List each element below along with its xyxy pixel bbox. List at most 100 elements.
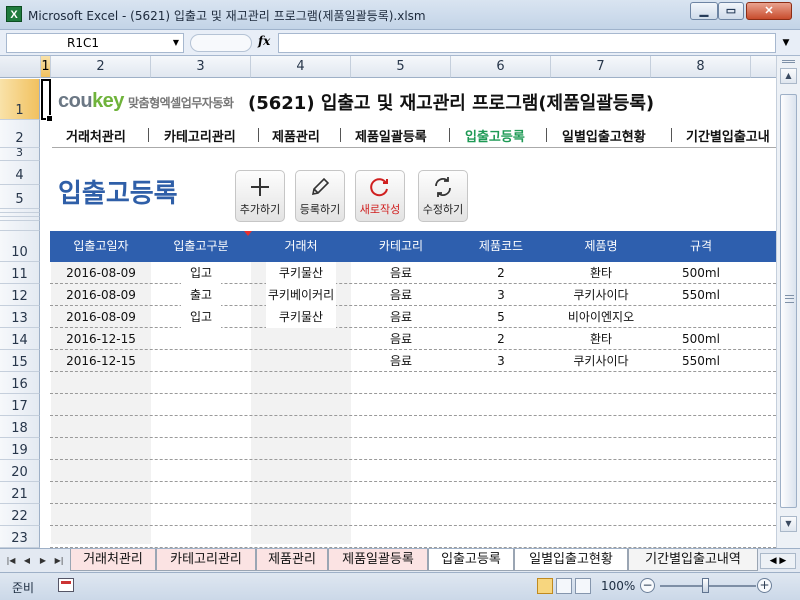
cell-category[interactable] [351,526,451,548]
cell-type[interactable]: 출고 [181,284,221,306]
sheet-tab-products[interactable]: 제품관리 [256,549,328,571]
sheet-tab-clients[interactable]: 거래처관리 [70,549,156,571]
cell-product-name[interactable]: 쿠키사이다 [551,350,651,372]
row-header-13[interactable]: 13 [0,306,40,328]
cell-product-name[interactable]: 비아이엔지오 [551,306,651,328]
cell-spec[interactable] [651,416,751,438]
cell-spec[interactable] [651,372,751,394]
cell-product-code[interactable]: 3 [451,284,551,306]
zoom-slider-thumb[interactable] [702,578,709,593]
cell-date[interactable]: 2016-08-09 [51,262,151,284]
cell-product-name[interactable]: 환타 [551,328,651,350]
add-button[interactable]: 추가하기 [235,170,285,222]
cell-product-name[interactable] [551,482,651,504]
cell-category[interactable]: 음료 [351,262,451,284]
cell-product-code[interactable] [451,460,551,482]
page-layout-view-icon[interactable] [556,578,572,594]
row-header-3[interactable]: 3 [0,146,40,161]
cell-type[interactable] [151,460,251,482]
select-all-corner[interactable] [0,56,41,78]
cell-category[interactable] [351,394,451,416]
page-break-view-icon[interactable] [575,578,591,594]
cell-client[interactable] [266,526,336,548]
cell-product-code[interactable] [451,526,551,548]
zoom-in-icon[interactable]: + [757,578,772,593]
row-header-18[interactable]: 18 [0,416,40,438]
menu-item-categories[interactable]: 카테고리관리 [164,126,236,145]
cell-type[interactable] [151,394,251,416]
cell-category[interactable] [351,460,451,482]
row-header-23[interactable]: 23 [0,526,40,548]
row-header-14[interactable]: 14 [0,328,40,350]
column-header-4[interactable]: 4 [251,56,351,78]
sheet-tab-bulk-register[interactable]: 제품일괄등록 [328,549,428,571]
insert-function-icon[interactable]: fx [258,34,270,48]
cell-date[interactable] [51,526,151,548]
next-sheet-icon[interactable]: ▶ [36,553,50,569]
cell-date[interactable]: 2016-12-15 [51,328,151,350]
cell-client[interactable] [266,328,336,350]
cell-type[interactable] [151,504,251,526]
zoom-level[interactable]: 100% [601,579,635,593]
menu-item-products[interactable]: 제품관리 [272,126,320,145]
menu-item-daily-status[interactable]: 일별입출고현황 [562,126,646,145]
name-box[interactable]: R1C1 ▼ [6,33,184,53]
zoom-out-icon[interactable]: − [640,578,655,593]
column-header-9[interactable] [751,56,776,78]
column-header-8[interactable]: 8 [651,56,751,78]
cell-product-code[interactable] [451,416,551,438]
cell-category[interactable]: 음료 [351,328,451,350]
menu-item-clients[interactable]: 거래처관리 [66,126,126,145]
cell-product-code[interactable]: 3 [451,350,551,372]
cell-client[interactable]: 쿠키베이커리 [266,284,336,306]
last-sheet-icon[interactable]: ▶| [52,553,66,569]
cell-date[interactable] [51,438,151,460]
row-header-12[interactable]: 12 [0,284,40,306]
scroll-thumb[interactable] [780,94,797,508]
cell-product-code[interactable] [451,438,551,460]
cell-product-name[interactable] [551,504,651,526]
vertical-scrollbar[interactable]: ▲ ▼ [776,56,800,548]
cell-client[interactable] [266,350,336,372]
row-header-1[interactable]: 1 [0,79,40,120]
row-header-16[interactable]: 16 [0,372,40,394]
cell-product-name[interactable]: 환타 [551,262,651,284]
close-button[interactable]: ✕ [746,2,792,20]
normal-view-icon[interactable] [537,578,553,594]
cell-spec[interactable] [651,394,751,416]
column-header-5[interactable]: 5 [351,56,451,78]
cell-product-name[interactable] [551,460,651,482]
row-header-20[interactable]: 20 [0,460,40,482]
cell-spec[interactable] [651,306,751,328]
cell-category[interactable] [351,416,451,438]
sheet-tab-stock-entry[interactable]: 입출고등록 [428,549,514,571]
cell-date[interactable] [51,482,151,504]
row-header-19[interactable]: 19 [0,438,40,460]
cell-date[interactable] [51,416,151,438]
prev-sheet-icon[interactable]: ◀ [20,553,34,569]
chevron-down-icon[interactable]: ▼ [173,34,179,52]
cell-product-name[interactable]: 쿠키사이다 [551,284,651,306]
row-header-15[interactable]: 15 [0,350,40,372]
column-header-2[interactable]: 2 [51,56,151,78]
cell-date[interactable] [51,460,151,482]
cell-product-name[interactable] [551,438,651,460]
minimize-button[interactable]: ▁ [690,2,718,20]
cell-spec[interactable] [651,438,751,460]
column-header-6[interactable]: 6 [451,56,551,78]
cell-spec[interactable] [651,482,751,504]
row-header-10[interactable]: 10 [0,231,40,262]
cell-product-name[interactable] [551,372,651,394]
cell-type[interactable] [151,372,251,394]
row-header-17[interactable]: 17 [0,394,40,416]
cell-type[interactable] [151,416,251,438]
cell-product-code[interactable] [451,504,551,526]
cell-client[interactable] [266,416,336,438]
edit-button[interactable]: 수정하기 [418,170,468,222]
macro-record-icon[interactable] [58,578,74,592]
cell-product-name[interactable] [551,394,651,416]
register-button[interactable]: 등록하기 [295,170,345,222]
cell-spec[interactable]: 500ml [651,262,751,284]
cell-category[interactable] [351,482,451,504]
cell-category[interactable] [351,438,451,460]
